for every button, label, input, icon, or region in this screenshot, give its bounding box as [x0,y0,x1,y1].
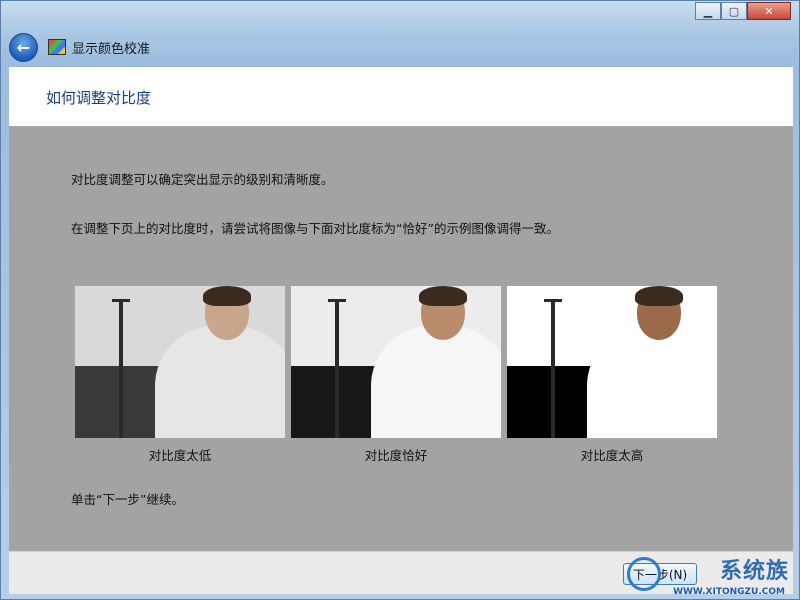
close-button[interactable]: ✕ [747,2,791,20]
window-title: 显示颜色校准 [72,41,151,57]
example-image-good-contrast [291,286,501,438]
person-shirt [371,326,501,438]
page-title: 如何调整对比度 [46,89,152,107]
back-arrow-icon: ← [16,37,31,57]
app-window: ▁ ▢ ✕ ← 显示颜色校准 如何调整对比度 对比度调整可以确定突出显示的级别和… [0,0,800,600]
person-shirt [155,326,285,438]
person-hair [419,286,467,306]
stand-pole-cap [328,299,346,302]
stand-pole-cap [112,299,130,302]
content-area: 对比度调整可以确定突出显示的级别和清晰度。 在调整下页上的对比度时，请尝试将图像… [9,126,793,551]
example-image-low-contrast [75,286,285,438]
caption-buttons: ▁ ▢ ✕ [695,2,791,20]
watermark-url: WWW.XITONGZU.COM [673,587,785,597]
example-label-low-contrast: 对比度太低 [148,448,212,463]
example-image-high-contrast [507,286,717,438]
stand-pole [335,300,339,438]
watermark-brand: 系统族 [719,559,789,584]
watermark-logo-icon [627,557,661,591]
example-label-high-contrast: 对比度太高 [580,448,644,463]
display-color-calibration-icon [48,39,66,55]
person-hair [203,286,251,306]
back-button[interactable]: ← [9,32,38,62]
intro-paragraph: 对比度调整可以确定突出显示的级别和清晰度。 [71,172,334,187]
stand-pole-cap [544,299,562,302]
navigation-bar: ← 显示颜色校准 [9,32,151,62]
person-shirt [587,326,717,438]
stand-pole [551,300,555,438]
minimize-button[interactable]: ▁ [695,2,721,20]
continue-paragraph: 单击“下一步”继续。 [71,492,184,507]
example-label-good-contrast: 对比度恰好 [364,448,428,463]
watermark: 系统族 WWW.XITONGZU.COM [623,551,795,597]
stand-pole [119,300,123,438]
person-hair [635,286,683,306]
maximize-button[interactable]: ▢ [721,2,747,20]
header-panel: 如何调整对比度 [9,67,793,126]
instruction-paragraph: 在调整下页上的对比度时，请尝试将图像与下面对比度标为“恰好”的示例图像调得一致。 [71,221,559,236]
